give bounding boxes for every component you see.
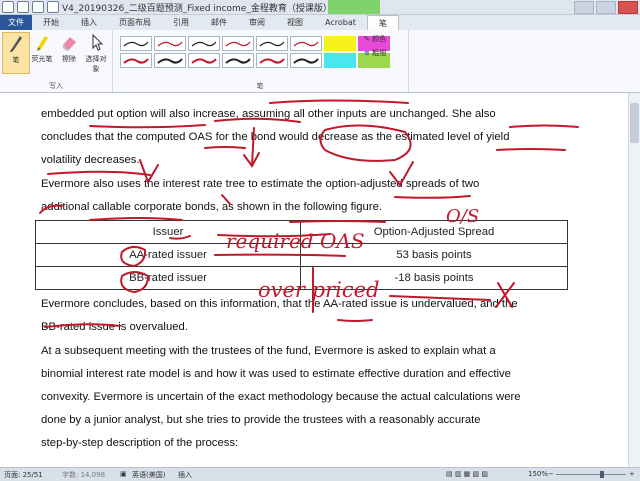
tab-mailings[interactable]: 邮件 — [200, 15, 238, 30]
quick-access-toolbar — [2, 1, 59, 13]
status-word-count[interactable]: 字数: 14,098 — [62, 470, 105, 480]
pen-style-swatch[interactable] — [324, 53, 356, 68]
table-cell: -18 basis points — [300, 266, 568, 290]
text-line: embedded put option will also increase, … — [41, 108, 496, 120]
ribbon-tabs: 文件 开始 插入 页面布局 引用 邮件 审阅 视图 Acrobat 笔 — [0, 15, 640, 30]
ink-tools-context — [328, 0, 380, 14]
pen-color-button[interactable]: ✎ 颜色 — [364, 34, 386, 44]
close-button[interactable] — [618, 1, 638, 14]
zoom-out-button[interactable]: − — [548, 470, 554, 478]
window-title: V4_20190326_二级百题预测_Fixed income_金程教育（授课版… — [62, 4, 358, 14]
text-line: At a subsequent meeting with the trustee… — [41, 345, 496, 357]
pen-weight-icon: ≡ — [364, 49, 370, 57]
oas-table: Issuer Option-Adjusted Spread AA-rated i… — [35, 220, 568, 290]
pen-tool[interactable]: 笔 — [2, 32, 30, 74]
redo-icon[interactable] — [32, 1, 44, 13]
text-line: Evermore also uses the interest rate tre… — [41, 178, 480, 190]
text-line: convexity. Evermore is uncertain of the … — [41, 391, 521, 403]
table-header-row: Issuer Option-Adjusted Spread — [35, 220, 568, 244]
text-line: done by a junior analyst, but she tries … — [41, 414, 481, 426]
tab-view[interactable]: 视图 — [276, 15, 314, 30]
pen-style-swatch[interactable] — [256, 36, 288, 51]
select-objects-tool[interactable]: 选择对象 — [83, 32, 109, 74]
text-line: BB-rated issue is overvalued. — [41, 321, 188, 333]
status-language[interactable]: 英语(美国) — [132, 470, 165, 480]
title-bar: V4_20190326_二级百题预测_Fixed income_金程教育（授课版… — [0, 0, 640, 15]
pen-style-swatch[interactable] — [188, 36, 220, 51]
tab-pens[interactable]: 笔 — [366, 15, 399, 30]
pen-style-swatch[interactable] — [154, 36, 186, 51]
pen-weight-button[interactable]: ≡ 粗细 — [364, 48, 386, 58]
window-controls — [574, 1, 638, 14]
pen-style-swatch[interactable] — [154, 53, 186, 68]
pen-style-swatch[interactable] — [222, 36, 254, 51]
scrollbar-thumb[interactable] — [630, 103, 639, 143]
text-line: concludes that the computed OAS for the … — [41, 131, 510, 143]
paragraph-2: Evermore also uses the interest rate tre… — [41, 173, 561, 219]
write-group-label: 写入 — [49, 82, 63, 90]
tab-references[interactable]: 引用 — [162, 15, 200, 30]
pen-color-icon: ✎ — [364, 35, 370, 43]
pen-style-swatch[interactable] — [256, 53, 288, 68]
status-insert-mode[interactable]: 插入 — [178, 470, 192, 480]
table-cell: 53 basis points — [300, 243, 568, 267]
ribbon: 笔 荧光笔 擦除 选择对象 写入 ✎ 颜色 ≡ 粗细 笔 — [0, 30, 640, 93]
minimize-button[interactable] — [574, 1, 594, 14]
paragraph-3: Evermore concludes, based on this inform… — [41, 293, 561, 339]
pen-icon — [10, 36, 22, 52]
text-line: binomial interest rate model is and how … — [41, 368, 511, 380]
pen-style-swatch[interactable] — [120, 36, 152, 51]
tab-acrobat[interactable]: Acrobat — [314, 15, 367, 30]
pen-style-swatch[interactable] — [290, 53, 322, 68]
highlighter-icon — [37, 36, 48, 51]
pen-style-swatch[interactable] — [324, 36, 356, 51]
customize-icon[interactable] — [47, 1, 59, 13]
status-page[interactable]: 页面: 25/51 — [4, 470, 43, 480]
eraser-tool[interactable]: 擦除 — [56, 32, 82, 64]
text-line: additional callable corporate bonds, as … — [41, 201, 383, 213]
table-cell: BB-rated issuer — [35, 266, 301, 290]
zoom-slider-thumb[interactable] — [600, 471, 604, 478]
zoom-slider[interactable] — [556, 474, 626, 475]
eraser-icon — [63, 37, 76, 51]
status-bar: 页面: 25/51 字数: 14,098 ▣ 英语(美国) 插入 ▤ ▥ ▦ ▧… — [0, 467, 640, 481]
pen-style-swatch[interactable] — [120, 53, 152, 68]
pen-style-swatch[interactable] — [188, 53, 220, 68]
tab-page-layout[interactable]: 页面布局 — [108, 15, 162, 30]
pen-style-swatch[interactable] — [290, 36, 322, 51]
tab-home[interactable]: 开始 — [32, 15, 70, 30]
document-page[interactable]: embedded put option will also increase, … — [0, 93, 640, 467]
table-row: BB-rated issuer -18 basis points — [35, 266, 568, 290]
zoom-in-button[interactable]: + — [629, 470, 635, 478]
undo-icon[interactable] — [17, 1, 29, 13]
highlighter-tool[interactable]: 荧光笔 — [29, 32, 55, 64]
table-row: AA-rated issuer 53 basis points — [35, 243, 568, 267]
view-buttons[interactable]: ▤ ▥ ▦ ▧ ▨ — [446, 470, 488, 478]
pen-style-swatch[interactable] — [222, 53, 254, 68]
text-line: step-by-step description of the process: — [41, 437, 239, 449]
text-line: Evermore concludes, based on this inform… — [41, 298, 518, 310]
save-icon[interactable] — [2, 1, 14, 13]
maximize-button[interactable] — [596, 1, 616, 14]
pens-group: ✎ 颜色 ≡ 粗细 笔 — [112, 30, 409, 92]
tab-review[interactable]: 审阅 — [238, 15, 276, 30]
tab-insert[interactable]: 插入 — [70, 15, 108, 30]
paragraph-1: embedded put option will also increase, … — [41, 103, 561, 172]
vertical-scrollbar[interactable] — [628, 93, 640, 467]
table-cell: AA-rated issuer — [35, 243, 301, 267]
proofing-icon[interactable]: ▣ — [120, 470, 127, 478]
table-header-oas: Option-Adjusted Spread — [300, 220, 568, 244]
write-group: 笔 荧光笔 擦除 选择对象 写入 — [0, 30, 113, 92]
pens-group-label: 笔 — [256, 82, 264, 90]
cursor-arrow-icon — [92, 33, 104, 51]
text-line: volatility decreases. — [41, 154, 140, 166]
tab-file[interactable]: 文件 — [0, 15, 32, 30]
table-header-issuer: Issuer — [35, 220, 301, 244]
paragraph-4: At a subsequent meeting with the trustee… — [41, 340, 561, 455]
status-zoom-level[interactable]: 150% — [528, 470, 548, 478]
